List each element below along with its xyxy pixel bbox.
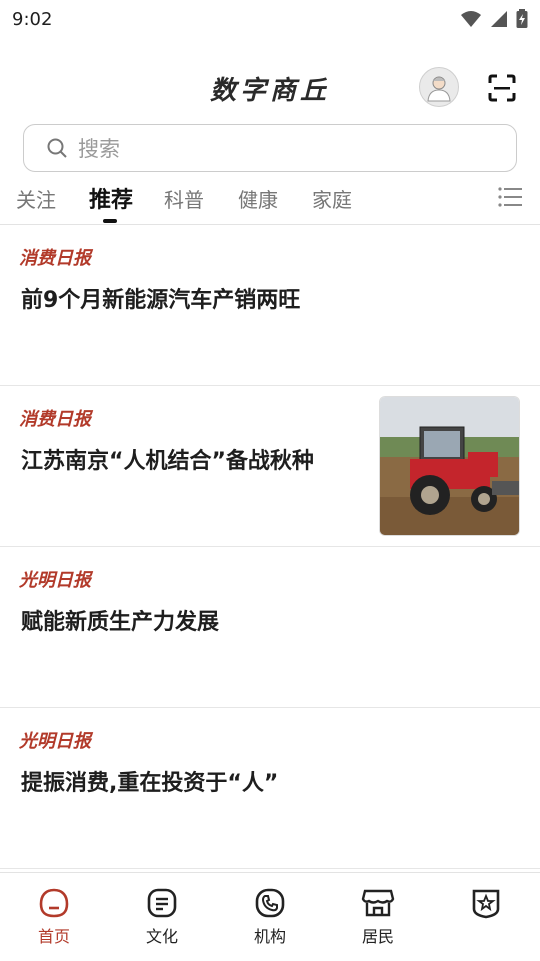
tab-menu-icon[interactable]	[498, 186, 522, 208]
nav-culture[interactable]: 文化	[122, 887, 202, 947]
tab-recommend[interactable]: 推荐	[89, 182, 133, 214]
article-title[interactable]: 赋能新质生产力发展	[21, 604, 219, 636]
status-time: 9:02	[12, 8, 53, 30]
nav-residents-label: 居民	[361, 927, 394, 946]
search-icon	[47, 138, 67, 158]
article-item[interactable]: 消费日报 前9个月新能源汽车产销两旺	[0, 225, 540, 386]
home-icon	[39, 888, 69, 918]
scan-icon[interactable]	[488, 74, 516, 102]
nav-home-label: 首页	[37, 927, 70, 946]
article-item[interactable]: 消费日报 江苏南京“人机结合”备战秋种	[0, 386, 540, 547]
culture-icon	[147, 888, 177, 918]
article-source: 光明日报	[19, 731, 91, 752]
nav-institution-label: 机构	[253, 927, 286, 946]
nav-institution[interactable]: 机构	[230, 887, 310, 947]
user-avatar-icon	[427, 76, 451, 102]
article-thumbnail[interactable]	[379, 396, 520, 536]
wifi-icon	[461, 11, 481, 27]
app-header: 数字商丘	[0, 62, 540, 114]
phone-icon	[255, 888, 285, 918]
battery-icon	[516, 9, 528, 28]
search-input[interactable]: 搜索	[23, 124, 517, 172]
nav-residents[interactable]: 居民	[338, 887, 418, 947]
status-bar: 9:02	[0, 0, 540, 38]
tab-science[interactable]: 科普	[164, 184, 204, 213]
tab-family[interactable]: 家庭	[312, 184, 352, 213]
shop-icon	[361, 889, 395, 917]
article-title[interactable]: 前9个月新能源汽车产销两旺	[21, 282, 300, 314]
category-tabs: 关注 推荐 科普 健康 家庭	[0, 178, 540, 224]
avatar[interactable]	[419, 67, 459, 107]
search-placeholder: 搜索	[78, 137, 120, 161]
app-title: 数字商丘	[209, 76, 330, 106]
tab-health[interactable]: 健康	[238, 184, 278, 213]
article-source: 光明日报	[19, 570, 91, 591]
status-icons	[460, 9, 528, 29]
tractor-image	[380, 397, 519, 535]
tab-follow[interactable]: 关注	[16, 184, 56, 213]
article-source: 消费日报	[19, 248, 91, 269]
nav-home[interactable]: 首页	[14, 887, 94, 947]
tab-active-indicator	[103, 219, 117, 223]
article-source: 消费日报	[19, 409, 91, 430]
article-item[interactable]: 光明日报 赋能新质生产力发展	[0, 547, 540, 708]
article-item[interactable]: 光明日报 提振消费,重在投资于“人”	[0, 708, 540, 869]
nav-culture-label: 文化	[145, 927, 178, 946]
star-badge-icon	[472, 889, 500, 919]
nav-profile[interactable]	[446, 887, 526, 919]
signal-icon	[491, 11, 507, 27]
article-title[interactable]: 江苏南京“人机结合”备战秋种	[21, 443, 314, 475]
article-title[interactable]: 提振消费,重在投资于“人”	[21, 765, 278, 797]
bottom-navigation: 首页 文化 机构 居民	[0, 872, 540, 961]
